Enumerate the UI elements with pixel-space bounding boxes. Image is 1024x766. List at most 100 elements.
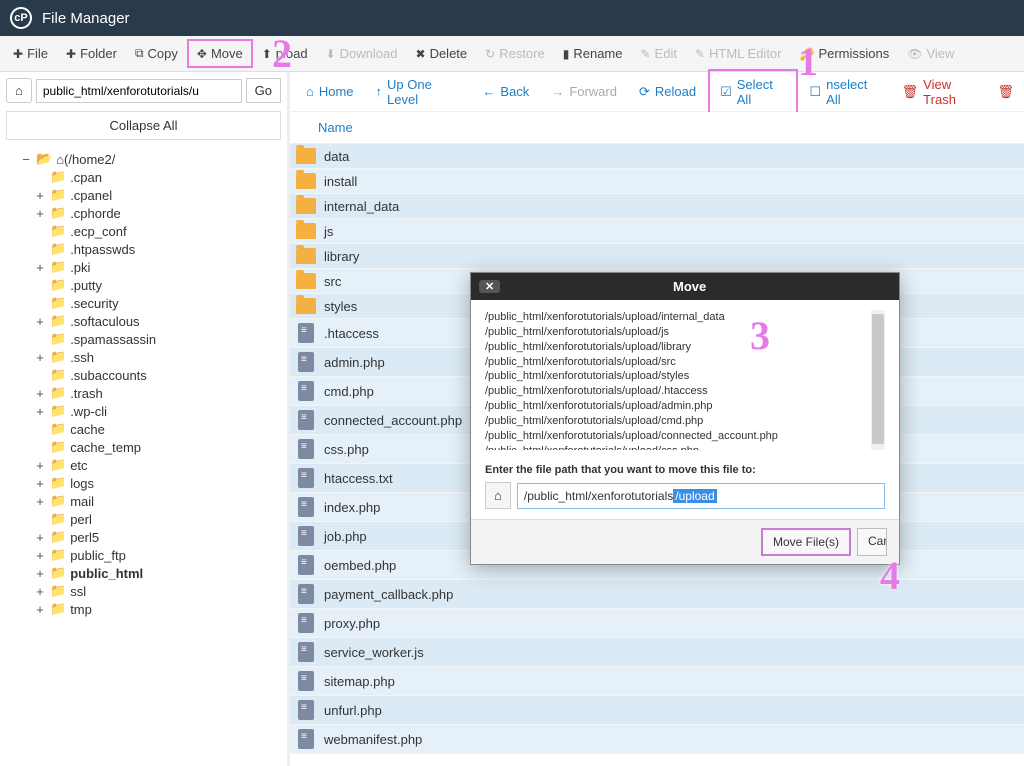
tree-item[interactable]: +📁tmp (6, 600, 281, 618)
delete-button[interactable]: ✖Delete (407, 40, 477, 67)
tree-root[interactable]: − 📂 ⌂ (/home2/ (6, 150, 281, 168)
file-row[interactable]: data (290, 144, 1024, 169)
main-toolbar: ✚File ✚Folder ⧉Copy ✥Move ⬆pload ⬇Downlo… (0, 36, 1024, 72)
expand-icon[interactable]: + (34, 476, 46, 491)
dialog-path-list[interactable]: /public_html/xenforotutorials/upload/int… (485, 310, 885, 450)
tree-item[interactable]: +📁public_ftp (6, 546, 281, 564)
tree-item[interactable]: +📁.softaculous (6, 312, 281, 330)
tree-item[interactable]: 📁.cpan (6, 168, 281, 186)
tree-item[interactable]: 📁.ecp_conf (6, 222, 281, 240)
reload-button[interactable]: ⟳Reload (629, 78, 706, 106)
expand-icon[interactable]: + (34, 530, 46, 545)
destination-path-input[interactable]: /public_html/xenforotutorials/upload (517, 483, 885, 509)
expand-icon[interactable]: + (34, 548, 46, 563)
tree-item[interactable]: +📁mail (6, 492, 281, 510)
file-row[interactable]: payment_callback.php (290, 580, 1024, 609)
back-button[interactable]: ←Back (472, 78, 539, 105)
upload-button[interactable]: ⬆pload (253, 40, 317, 67)
permissions-button[interactable]: 🔑Permissions (791, 40, 899, 67)
expand-icon[interactable]: + (34, 260, 46, 275)
folder-icon: 📁 (50, 583, 66, 599)
dialog-home-button[interactable]: ⌂ (485, 482, 511, 509)
edit-button[interactable]: ✎Edit (631, 40, 685, 67)
path-input[interactable] (36, 79, 242, 103)
trash-icon: 🗑 (997, 84, 1014, 100)
view-button[interactable]: 👁View (898, 40, 963, 67)
up-level-button[interactable]: ↑Up One Level (366, 71, 471, 113)
tree-item[interactable]: 📁cache_temp (6, 438, 281, 456)
tree-item[interactable]: +📁.cpanel (6, 186, 281, 204)
tree-item[interactable]: 📁.security (6, 294, 281, 312)
folder-icon: 📁 (50, 475, 66, 491)
folder-button[interactable]: ✚Folder (57, 40, 126, 67)
collapse-icon[interactable]: − (20, 152, 32, 167)
file-icon (298, 323, 314, 343)
collapse-all-button[interactable]: Collapse All (6, 111, 281, 140)
file-row[interactable]: sitemap.php (290, 667, 1024, 696)
expand-icon[interactable]: + (34, 494, 46, 509)
tree-item[interactable]: +📁.ssh (6, 348, 281, 366)
unselect-all-button[interactable]: ☐nselect All (800, 71, 890, 113)
tree-item[interactable]: +📁ssl (6, 582, 281, 600)
expand-icon[interactable]: + (34, 188, 46, 203)
move-files-button[interactable]: Move File(s) (761, 528, 851, 556)
expand-icon[interactable]: + (34, 566, 46, 581)
tree-item[interactable]: 📁cache (6, 420, 281, 438)
file-row[interactable]: internal_data (290, 194, 1024, 219)
copy-button[interactable]: ⧉Copy (126, 40, 187, 67)
expand-icon[interactable]: + (34, 386, 46, 401)
tree-item[interactable]: +📁.pki (6, 258, 281, 276)
tree-item[interactable]: +📁public_html (6, 564, 281, 582)
file-row[interactable]: webmanifest.php (290, 725, 1024, 754)
tree-item[interactable]: +📁perl5 (6, 528, 281, 546)
tree-item[interactable]: 📁.subaccounts (6, 366, 281, 384)
trash-extra-button[interactable]: 🗑 (993, 78, 1018, 106)
html-editor-button[interactable]: ✎HTML Editor (686, 40, 791, 67)
move-dialog: ✕ Move /public_html/xenforotutorials/upl… (470, 272, 900, 565)
scrollbar[interactable] (871, 310, 885, 450)
nav-home-button[interactable]: ⌂Home (296, 78, 364, 105)
dialog-titlebar[interactable]: ✕ Move (471, 273, 899, 300)
tree-item[interactable]: 📁.spamassassin (6, 330, 281, 348)
expand-icon[interactable]: + (34, 350, 46, 365)
expand-icon[interactable]: + (34, 314, 46, 329)
tree-item[interactable]: +📁.cphorde (6, 204, 281, 222)
move-button[interactable]: ✥Move (187, 39, 253, 68)
tree-item[interactable]: 📁perl (6, 510, 281, 528)
home-button[interactable]: ⌂ (6, 78, 32, 103)
download-button[interactable]: ⬇Download (317, 40, 407, 67)
expand-icon[interactable]: + (34, 404, 46, 419)
file-row[interactable]: proxy.php (290, 609, 1024, 638)
rename-button[interactable]: ▮Rename (554, 40, 632, 67)
file-name: payment_callback.php (324, 587, 453, 602)
check-icon: ☑ (720, 84, 732, 100)
tree-item[interactable]: +📁logs (6, 474, 281, 492)
file-row[interactable]: js (290, 219, 1024, 244)
file-row[interactable]: install (290, 169, 1024, 194)
select-all-button[interactable]: ☑Select All (708, 69, 797, 115)
file-row[interactable]: service_worker.js (290, 638, 1024, 667)
go-button[interactable]: Go (246, 78, 281, 103)
tree-item[interactable]: +📁etc (6, 456, 281, 474)
expand-icon[interactable]: + (34, 584, 46, 599)
close-icon[interactable]: ✕ (479, 280, 500, 293)
file-row[interactable]: unfurl.php (290, 696, 1024, 725)
tree-item[interactable]: 📁.putty (6, 276, 281, 294)
cancel-button[interactable]: Cancel (857, 528, 887, 556)
file-row[interactable]: library (290, 244, 1024, 269)
expand-icon[interactable]: + (34, 206, 46, 221)
file-name: internal_data (324, 199, 399, 214)
tree-item[interactable]: +📁.trash (6, 384, 281, 402)
tree-item[interactable]: +📁.wp-cli (6, 402, 281, 420)
forward-button[interactable]: →Forward (541, 78, 627, 105)
file-button[interactable]: ✚File (4, 40, 57, 67)
restore-button[interactable]: ↻Restore (476, 40, 554, 67)
tree-item[interactable]: 📁.htpasswds (6, 240, 281, 258)
expand-icon[interactable]: + (34, 458, 46, 473)
view-trash-button[interactable]: 🗑View Trash (892, 71, 992, 113)
expand-icon[interactable]: + (34, 602, 46, 617)
scrollbar-thumb[interactable] (872, 314, 884, 444)
column-header-name[interactable]: Name (290, 112, 1024, 144)
file-name: webmanifest.php (324, 732, 422, 747)
folder-icon: 📁 (50, 169, 66, 185)
